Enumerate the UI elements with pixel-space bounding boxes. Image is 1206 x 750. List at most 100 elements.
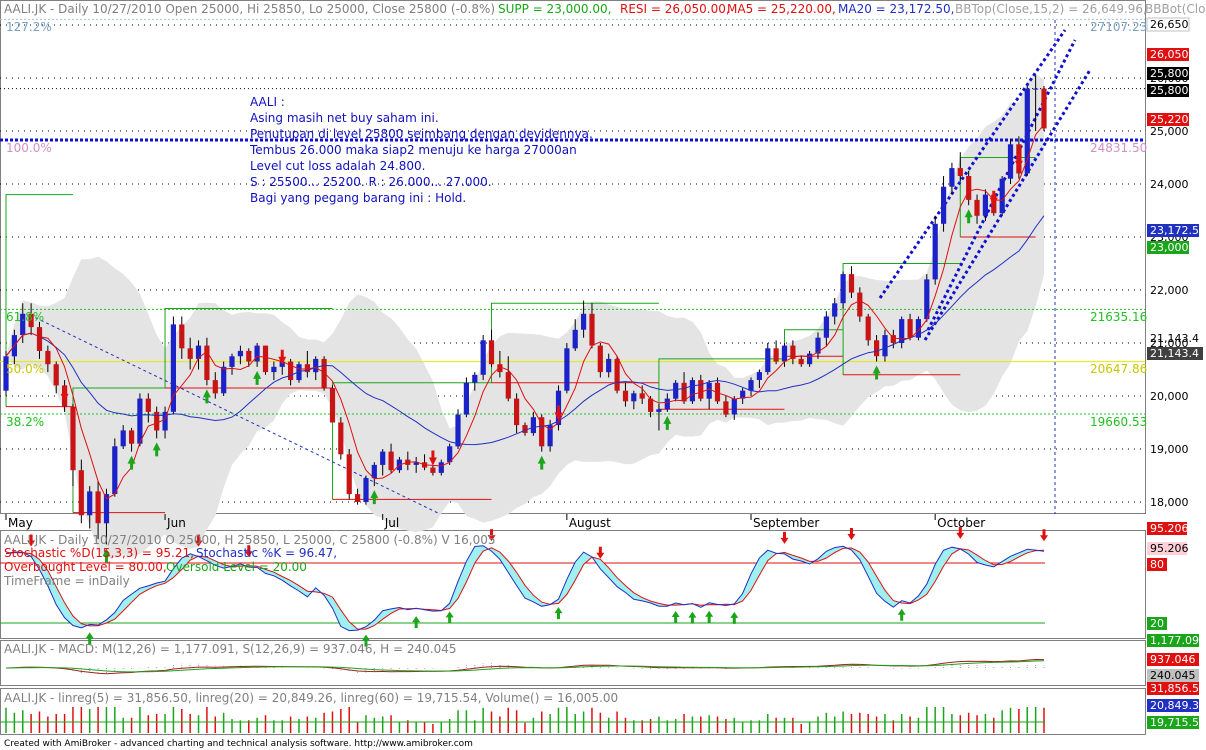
candle-down [648, 398, 654, 412]
candle-up [463, 382, 469, 415]
candle-up [765, 348, 771, 373]
badge-bbtop: 26,650 [1150, 18, 1189, 31]
header-supp: SUPP = 23,000.00, [498, 2, 611, 16]
stoch-os-label: Oversold Level = 20.00 [166, 560, 307, 574]
fib-618-value: 21635.16 [1090, 310, 1147, 324]
candle-down [338, 422, 344, 455]
linreg-title: AALI.JK - linreg(5) = 31,856.50, linreg(… [4, 691, 618, 705]
badge-resi: 26,050 [1150, 48, 1189, 61]
candle-up [631, 393, 637, 402]
macd-badge-3: 240.045 [1150, 669, 1196, 682]
price-tick-label: 24,000 [1150, 178, 1189, 191]
price-tick-label: 22,000 [1150, 284, 1189, 297]
annotation-line: Penutupan di level 25800 seimbang dengan… [250, 127, 593, 141]
candle-down [798, 358, 804, 365]
linreg-badge-1: 31,856.5 [1150, 682, 1199, 695]
candle-down [874, 340, 880, 357]
candle-up [438, 462, 444, 473]
candle-up [472, 374, 478, 383]
linreg-badge-2: 20,849.3 [1150, 699, 1199, 712]
badge-lvl-a: 21,143.4 [1150, 332, 1199, 345]
candle-down [95, 491, 101, 524]
candle-up [572, 329, 578, 349]
candle-down [246, 350, 252, 362]
header-bbbot: BBBot(Clo [1145, 2, 1205, 16]
candle-down [430, 467, 436, 473]
candle-up [706, 382, 712, 399]
candle-down [1041, 88, 1047, 129]
candle-down [773, 348, 779, 362]
candle-down [388, 451, 394, 471]
candle-down [129, 430, 135, 444]
stoch-d-label: Stochastic %D(15,3,3) = 95.21, [4, 546, 194, 560]
fib-618-label: 61.8% [6, 310, 44, 324]
month-label: Jun [166, 516, 186, 530]
month-label: May [8, 516, 33, 530]
price-tick-label: 18,000 [1150, 496, 1189, 509]
candle-up [455, 414, 461, 447]
candle-down [857, 292, 863, 317]
candle-down [681, 382, 687, 402]
candle-up [781, 345, 788, 362]
candle-down [355, 494, 361, 502]
badge-supp: 23,000 [1150, 241, 1189, 254]
candle-down [36, 327, 43, 351]
candle-up [87, 491, 93, 516]
candle-up [999, 178, 1005, 214]
candle-up [120, 430, 126, 447]
candle-up [1007, 144, 1014, 179]
candle-up [756, 372, 762, 380]
candle-up [313, 358, 319, 373]
fib-50-value: 20647.86 [1090, 362, 1147, 376]
stoch-ob-label: Overbought Level = 80.00, [4, 560, 167, 574]
candle-up [941, 186, 947, 224]
candle-down [639, 393, 645, 399]
badge-close-b: 25,800 [1150, 84, 1189, 97]
candle-down [488, 340, 495, 365]
candle-up [271, 366, 277, 373]
candle-down [204, 345, 210, 380]
candle-down [187, 348, 193, 359]
annotation-line: Asing masih net buy saham ini. [250, 111, 439, 125]
badge-ma20: 23,172.5 [1150, 224, 1199, 237]
candle-up [221, 366, 227, 394]
candle-up [480, 340, 486, 375]
candle-up [1033, 88, 1039, 90]
candle-down [145, 398, 151, 412]
candle-up [656, 409, 662, 412]
annotation-line: Tembus 26.000 maka siap2 menuju ke harga… [249, 143, 577, 157]
header-ma5: MA5 = 25,220.00, [727, 2, 836, 16]
candle-up [823, 316, 829, 338]
candle-up [982, 194, 988, 216]
candle-up [530, 417, 536, 434]
candle-down [262, 345, 269, 373]
stoch-badge-2: 95.206 [1150, 542, 1189, 555]
candle-down [321, 358, 327, 389]
candle-up [380, 451, 386, 465]
candle-up [581, 313, 587, 330]
badge-lvl-b: 21,143.4 [1150, 347, 1199, 360]
candle-up [949, 168, 955, 187]
badge-close-a: 25,800 [1150, 67, 1189, 80]
fib-100-value: 24831.50 [1090, 141, 1147, 155]
candle-up [673, 382, 679, 399]
candle-down [45, 350, 51, 365]
header-resi: RESI = 26,050.00, [620, 2, 730, 16]
candle-up [606, 358, 612, 373]
candle-up [932, 223, 938, 280]
candle-up [832, 303, 838, 317]
month-label: August [569, 516, 611, 530]
candle-down [865, 316, 871, 341]
macd-badge-1: 1,177.09 [1150, 634, 1199, 647]
month-label: Jul [384, 516, 399, 530]
fib-100-label: 100.0% [6, 141, 52, 155]
fib-382-value: 19660.53 [1090, 415, 1147, 429]
candle-up [137, 398, 143, 444]
candle-down [723, 401, 729, 415]
candle-down [78, 470, 84, 516]
candle-down [346, 454, 352, 495]
candle-down [698, 380, 704, 399]
candle-up [237, 350, 243, 357]
fib-127-value: 27107.23 [1090, 20, 1147, 34]
chart-canvas: AALI.JK - Daily 10/27/2010 Open 25000, H… [0, 0, 1206, 750]
